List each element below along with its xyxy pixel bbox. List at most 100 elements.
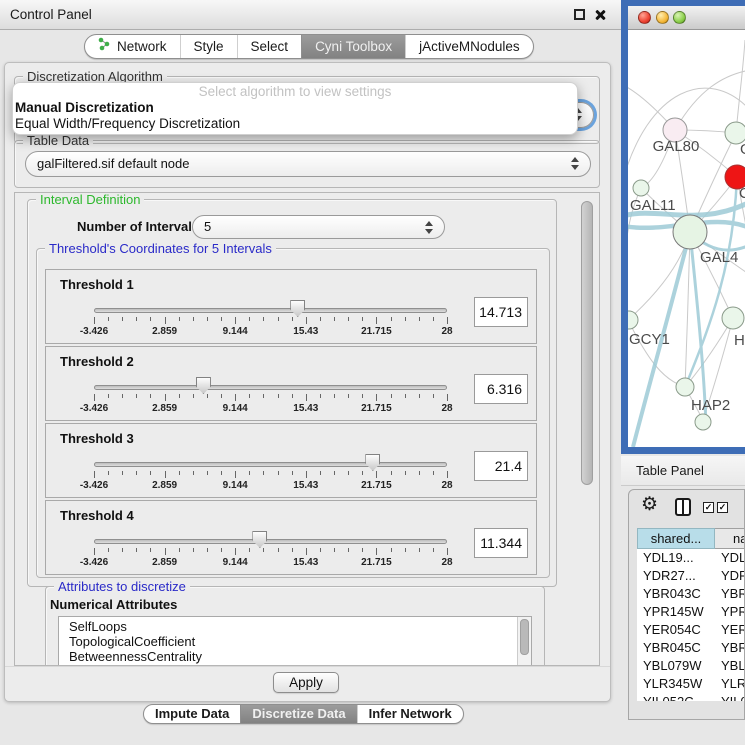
close-icon[interactable] bbox=[594, 9, 606, 21]
interval-definition-group: Interval Definition Number of Intervals … bbox=[27, 199, 557, 587]
slider-tick bbox=[334, 548, 335, 552]
slider-tick-label: 21.715 bbox=[361, 326, 392, 337]
slider-tick bbox=[348, 317, 349, 321]
checkbox-checked-icon[interactable]: ✓ bbox=[717, 502, 728, 513]
slider-tick bbox=[249, 394, 250, 398]
attribute-list-item[interactable]: SelfLoops bbox=[59, 619, 531, 634]
threshold-label: Threshold 2 bbox=[60, 354, 134, 369]
threshold-slider-knob[interactable] bbox=[252, 531, 267, 548]
tab-network[interactable]: Network bbox=[85, 35, 180, 58]
slider-tick bbox=[334, 317, 335, 321]
tab-select[interactable]: Select bbox=[237, 35, 302, 58]
table-cell-name: YBL0 bbox=[715, 657, 745, 675]
attribute-list-item[interactable]: TopologicalCoefficient bbox=[59, 634, 531, 649]
slider-tick bbox=[249, 471, 250, 475]
table-row[interactable]: YBR045CYBR0 bbox=[637, 639, 745, 657]
slider-tick bbox=[263, 394, 264, 398]
mac-close-icon[interactable] bbox=[638, 11, 651, 24]
network-node-bottom[interactable] bbox=[695, 414, 711, 430]
apply-button[interactable]: Apply bbox=[273, 672, 339, 693]
threshold-slider-track[interactable] bbox=[94, 308, 447, 313]
network-canvas[interactable]: GAL80 GA C GAL11 GAL4 GCY1 H HAP2 bbox=[628, 30, 745, 447]
threshold-value-input[interactable] bbox=[474, 297, 528, 327]
apply-footer: Apply bbox=[5, 666, 610, 701]
popup-option-manual-discretization[interactable]: Manual Discretization bbox=[13, 100, 577, 116]
table-header-row: shared... na bbox=[637, 528, 745, 549]
network-node-gal11[interactable] bbox=[633, 180, 649, 196]
mac-minimize-icon[interactable] bbox=[656, 11, 669, 24]
table-cell-name: YBR0 bbox=[715, 585, 745, 603]
checkbox-checked-icon[interactable]: ✓ bbox=[703, 502, 714, 513]
control-panel-tabs: NetworkStyleSelectCyni ToolboxjActiveMNo… bbox=[84, 34, 534, 59]
network-node-h[interactable] bbox=[722, 307, 744, 329]
slider-tick-label: 2.859 bbox=[152, 480, 177, 491]
float-window-icon[interactable] bbox=[574, 9, 585, 20]
attributes-scrollbar[interactable] bbox=[517, 617, 531, 666]
number-of-intervals-value: 5 bbox=[204, 219, 211, 234]
number-of-intervals-combobox[interactable]: 5 bbox=[192, 215, 445, 239]
network-node-gcy1[interactable] bbox=[628, 311, 638, 329]
table-data-combobox[interactable]: galFiltered.sif default node bbox=[25, 151, 591, 177]
slider-tick-label: 21.715 bbox=[361, 480, 392, 491]
table-row[interactable]: YBL079WYBL0 bbox=[637, 657, 745, 675]
table-row[interactable]: YPR145WYPR1 bbox=[637, 603, 745, 621]
tab-cyni-toolbox[interactable]: Cyni Toolbox bbox=[301, 35, 405, 58]
slider-tick bbox=[165, 548, 166, 555]
svg-text:GAL80: GAL80 bbox=[653, 138, 700, 155]
threshold-label: Threshold 4 bbox=[60, 508, 134, 523]
slider-tick bbox=[235, 548, 236, 555]
table-row[interactable]: YDL19...YDL1 bbox=[637, 549, 745, 567]
threshold-slider-track[interactable] bbox=[94, 462, 447, 467]
popup-option-equal-width-frequency-discretization[interactable]: Equal Width/Frequency Discretization bbox=[13, 116, 577, 132]
slider-tick bbox=[221, 317, 222, 321]
tab-style[interactable]: Style bbox=[180, 35, 237, 58]
slider-tick-label: 15.43 bbox=[293, 557, 318, 568]
threshold-value-input[interactable] bbox=[474, 374, 528, 404]
threshold-slider-track[interactable] bbox=[94, 385, 447, 390]
network-node-hap2[interactable] bbox=[676, 378, 694, 396]
attribute-list-item[interactable]: BetweennessCentrality bbox=[59, 649, 531, 664]
slider-tick bbox=[193, 471, 194, 475]
slider-tick bbox=[391, 471, 392, 475]
tab-jactivemnodules[interactable]: jActiveMNodules bbox=[405, 35, 533, 58]
tab-impute-data[interactable]: Impute Data bbox=[144, 705, 240, 723]
slider-tick bbox=[179, 394, 180, 398]
tab-discretize-data[interactable]: Discretize Data bbox=[240, 705, 356, 723]
algorithm-dropdown-popup: Select algorithm to view settings Manual… bbox=[12, 82, 578, 135]
threshold-slider-knob[interactable] bbox=[365, 454, 380, 471]
mac-zoom-icon[interactable] bbox=[673, 11, 686, 24]
table-row[interactable]: YDR27...YDR2 bbox=[637, 567, 745, 585]
network-node-gal4[interactable] bbox=[673, 215, 707, 249]
table-row[interactable]: YER054CYER0 bbox=[637, 621, 745, 639]
threshold-value-input[interactable] bbox=[474, 528, 528, 558]
table-row[interactable]: YIL052CYIL0 bbox=[637, 693, 745, 701]
table-cell-name: YBR0 bbox=[715, 639, 745, 657]
table-row[interactable]: YBR043CYBR0 bbox=[637, 585, 745, 603]
thresholds-group-title: Threshold's Coordinates for 5 Intervals bbox=[45, 241, 276, 256]
slider-tick bbox=[207, 471, 208, 475]
tab-infer-network[interactable]: Infer Network bbox=[357, 705, 463, 723]
threshold-slider-track[interactable] bbox=[94, 539, 447, 544]
table-row[interactable]: YLR345WYLR3 bbox=[637, 675, 745, 693]
column-header-shared[interactable]: shared... bbox=[637, 528, 715, 549]
slider-tick bbox=[292, 317, 293, 321]
column-header-name[interactable]: na bbox=[715, 528, 745, 549]
split-columns-icon[interactable] bbox=[675, 498, 691, 516]
network-icon bbox=[98, 35, 111, 58]
slider-tick-label: 28 bbox=[441, 326, 452, 337]
table-cell-shared-name: YPR145W bbox=[637, 603, 715, 621]
table-cell-shared-name: YBR045C bbox=[637, 639, 715, 657]
table-cell-name: YLR3 bbox=[715, 675, 745, 693]
slider-tick bbox=[221, 548, 222, 552]
slider-tick-label: -3.426 bbox=[80, 403, 108, 414]
threshold-slider-knob[interactable] bbox=[290, 300, 305, 317]
threshold-value-input[interactable] bbox=[474, 451, 528, 481]
threshold-slider-knob[interactable] bbox=[196, 377, 211, 394]
threshold-row: Threshold 1-3.4262.8599.14415.4321.71528 bbox=[45, 269, 537, 344]
slider-tick bbox=[306, 471, 307, 478]
slider-tick bbox=[249, 548, 250, 552]
gear-icon[interactable]: ⚙ bbox=[641, 494, 658, 516]
slider-tick bbox=[108, 394, 109, 398]
slider-tick-label: -3.426 bbox=[80, 326, 108, 337]
settings-scrollbar-thumb[interactable] bbox=[581, 201, 593, 485]
